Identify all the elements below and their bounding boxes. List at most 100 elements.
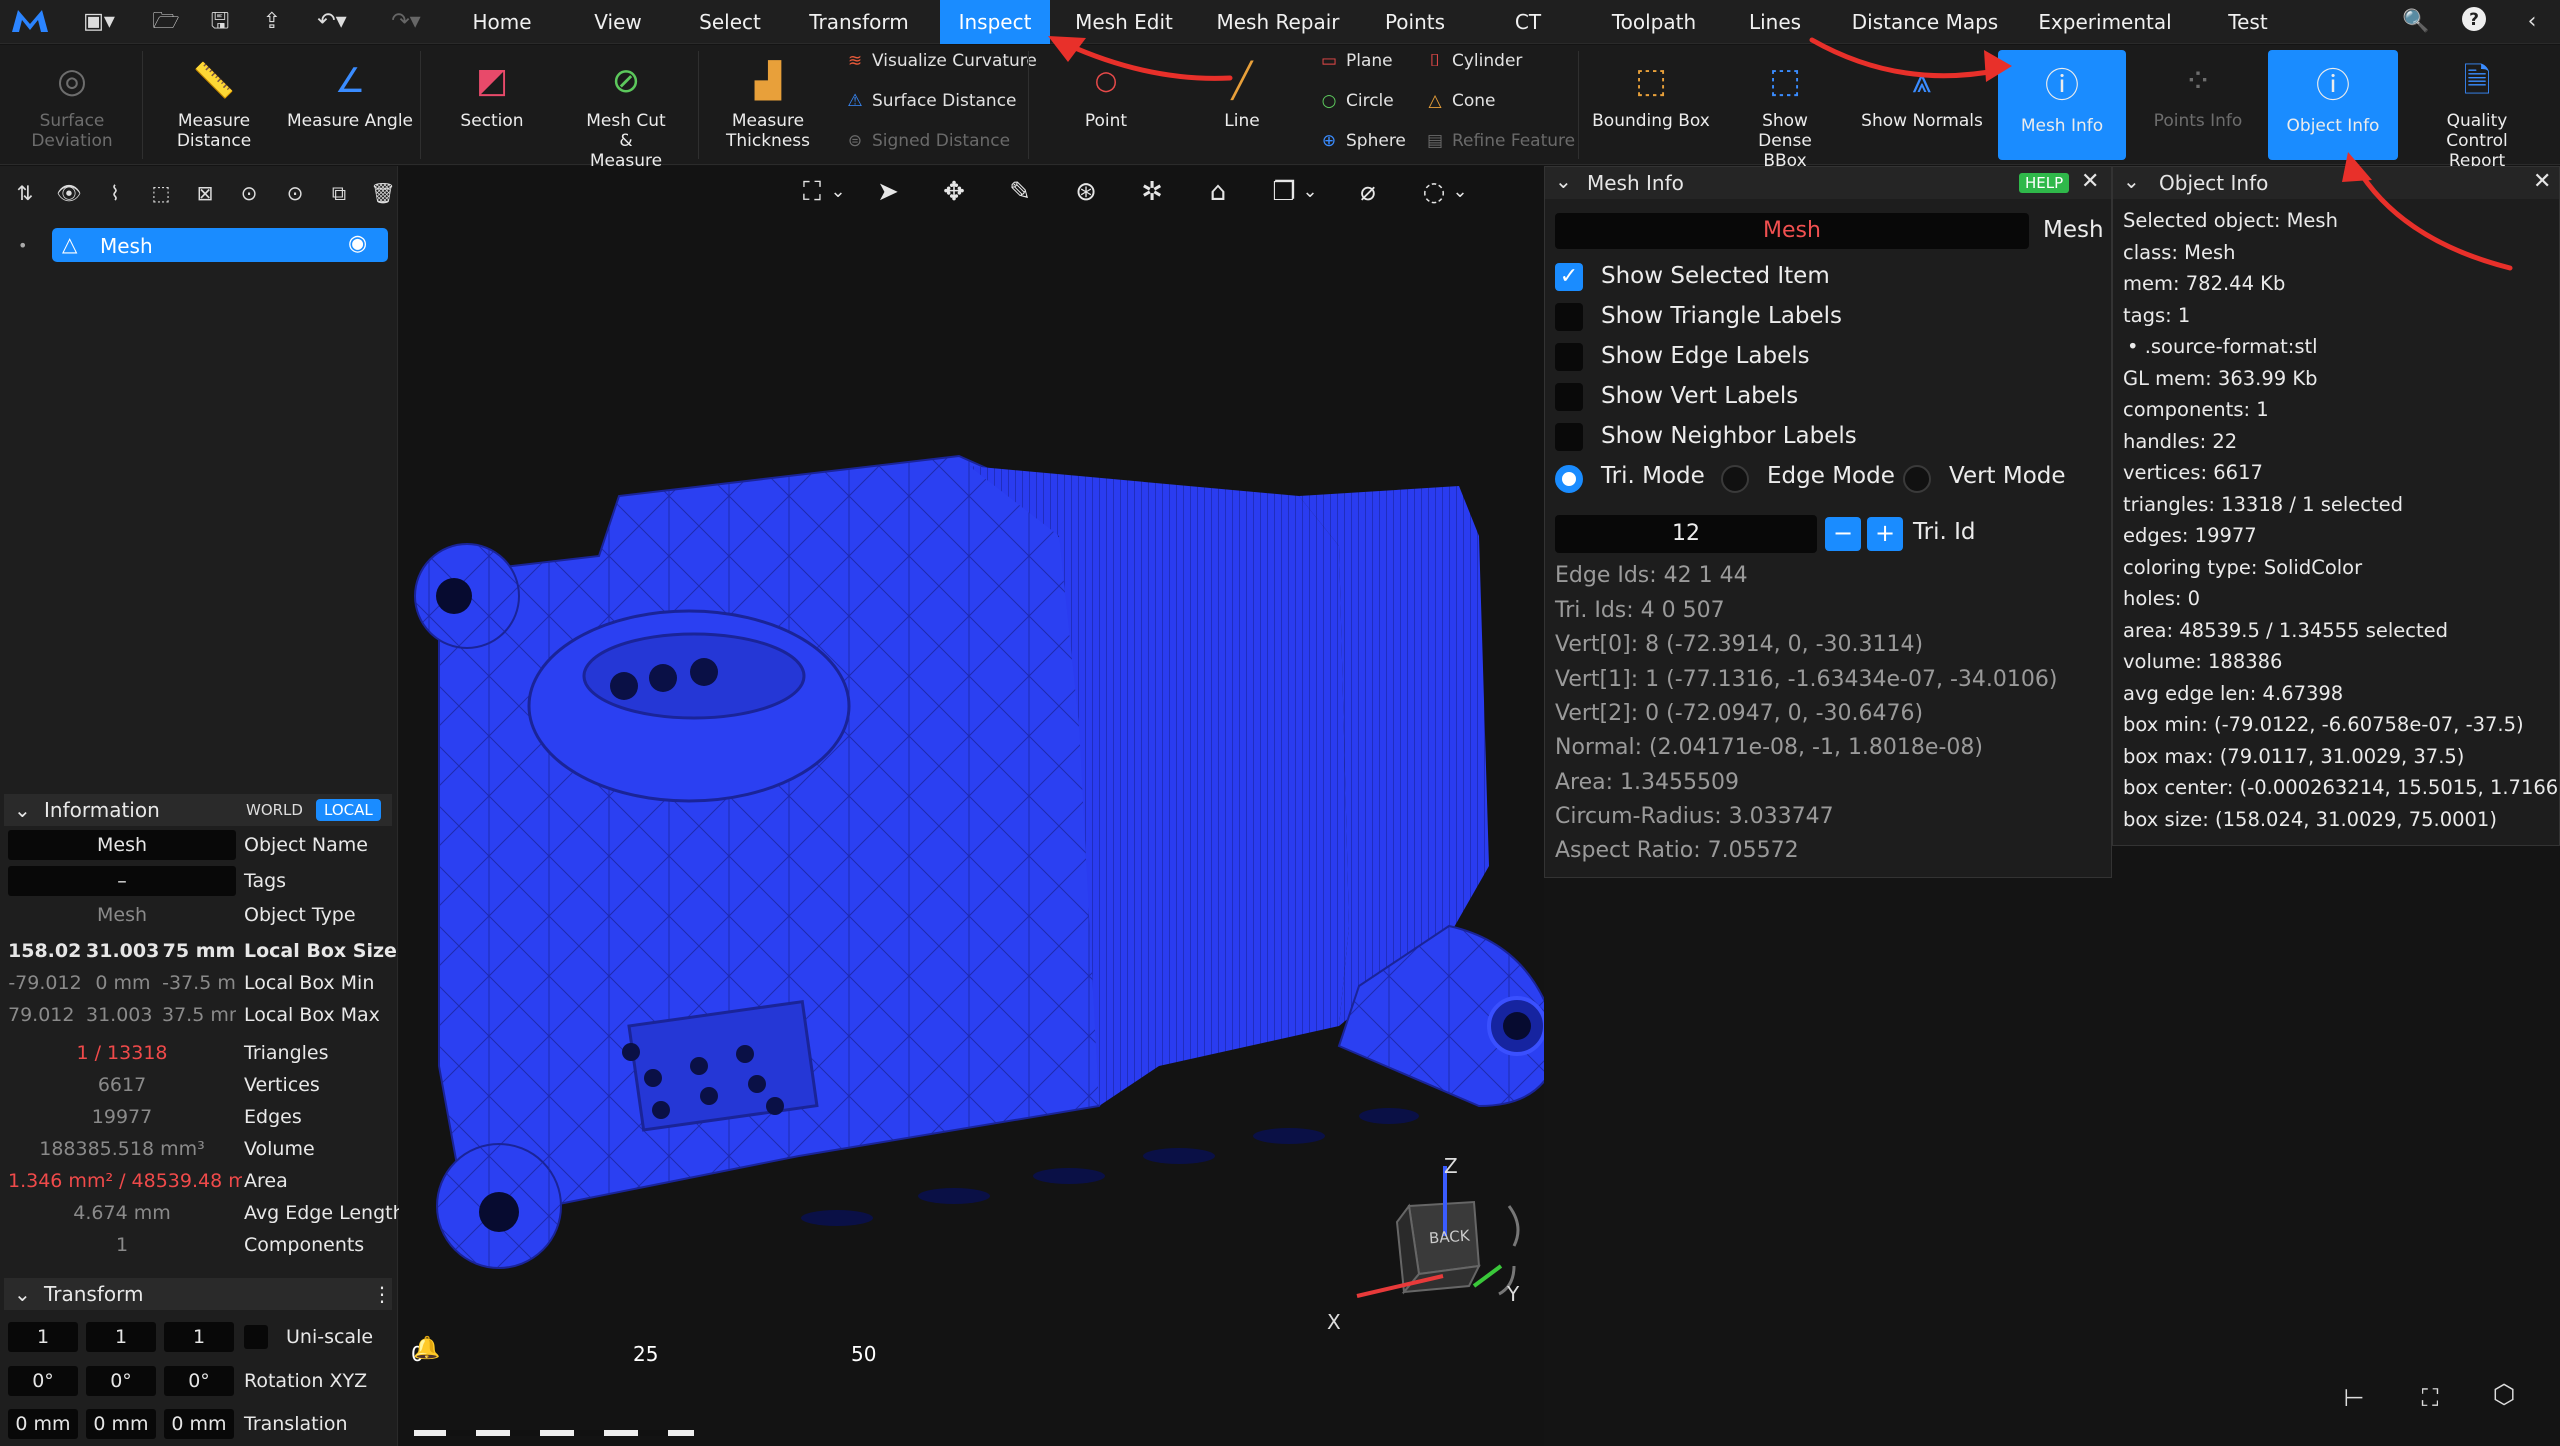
eye-icon[interactable]: 👁 <box>54 178 84 208</box>
translation-x-input[interactable]: 0 mm <box>8 1409 78 1439</box>
edit-object-icon[interactable]: ✎ <box>998 170 1042 214</box>
show-vert-labels-checkbox[interactable] <box>1555 383 1583 411</box>
measure-angle-button[interactable]: ∠ Measure Angle <box>282 45 418 165</box>
view-cube[interactable]: BACK Z Y X <box>1327 1154 1529 1334</box>
scale-x-input[interactable]: 1 <box>8 1322 78 1352</box>
rotation-x-input[interactable]: 0° <box>8 1366 78 1396</box>
menu-view[interactable]: View <box>570 0 666 44</box>
object-info-button[interactable]: ⓘ Object Info <box>2268 50 2398 160</box>
more-options-icon[interactable]: ⋮ <box>372 1278 392 1310</box>
tri-mode-radio[interactable] <box>1555 465 1583 493</box>
menu-lines[interactable]: Lines <box>1734 0 1816 44</box>
mesh-info-button[interactable]: ⓘ Mesh Info <box>1998 50 2126 160</box>
help-icon[interactable]: ? <box>2456 6 2492 38</box>
new-document-icon[interactable]: ▣▾ <box>74 6 124 38</box>
open-folder-icon[interactable]: 🗁 <box>148 6 184 38</box>
circle-button[interactable]: ○ Circle <box>1318 89 1394 113</box>
move-icon[interactable]: ✥ <box>932 170 976 214</box>
visibility-eye-icon[interactable]: ◉ <box>348 231 367 256</box>
show-edge-labels-checkbox[interactable] <box>1555 343 1583 371</box>
notification-bell-icon[interactable]: 🔔 <box>413 1336 441 1364</box>
rotation-z-input[interactable]: 0° <box>164 1366 234 1396</box>
hide-faces-icon[interactable]: ⌀ <box>1346 170 1390 214</box>
object-name-field[interactable]: Mesh <box>8 830 236 860</box>
3d-viewport[interactable]: 0 25 50 BACK Z Y X 🔔 <box>399 166 1544 1446</box>
rotation-y-input[interactable]: 0° <box>86 1366 156 1396</box>
menu-toolpath[interactable]: Toolpath <box>1594 0 1714 44</box>
close-icon[interactable]: ✕ <box>2533 169 2551 194</box>
move-down-icon[interactable]: ⊙ <box>280 178 310 208</box>
undo-icon[interactable]: ↶▾ <box>306 6 358 38</box>
camera-icon[interactable]: ⌂ <box>1196 170 1240 214</box>
translation-y-input[interactable]: 0 mm <box>86 1409 156 1439</box>
duplicate-icon[interactable]: ⧉ <box>324 178 354 208</box>
mesh-selector[interactable]: Mesh <box>1555 213 2029 249</box>
scene-item-mesh[interactable]: △ Mesh ◉ <box>52 228 388 262</box>
close-icon[interactable]: ✕ <box>2081 169 2099 194</box>
menu-mesh-edit[interactable]: Mesh Edit <box>1062 0 1186 44</box>
redo-icon[interactable]: ↷▾ <box>380 6 432 38</box>
rotate-icon[interactable]: ⊛ <box>1064 170 1108 214</box>
sphere-button[interactable]: ⊕ Sphere <box>1318 129 1406 153</box>
menu-experimental[interactable]: Experimental <box>2030 0 2180 44</box>
search-icon[interactable]: 🔍 <box>2398 6 2434 38</box>
save-icon[interactable]: 🖫 <box>202 6 238 38</box>
orbit-icon[interactable]: ✲ <box>1130 170 1174 214</box>
section-button[interactable]: ◩ Section <box>424 45 560 165</box>
increment-button[interactable]: + <box>1867 517 1903 551</box>
information-header[interactable]: ⌄ Information WORLD LOCAL <box>4 794 392 826</box>
menu-transform[interactable]: Transform <box>794 0 924 44</box>
show-neighbor-labels-checkbox[interactable] <box>1555 423 1583 451</box>
help-badge[interactable]: HELP <box>2019 173 2070 193</box>
tri-id-input[interactable]: 12 <box>1555 515 1817 553</box>
line-button[interactable]: ╱ Line <box>1176 45 1308 165</box>
select-all-icon[interactable]: ⬚ <box>146 178 176 208</box>
chevron-down-icon[interactable]: ⌄ <box>826 170 850 214</box>
uniscale-checkbox[interactable] <box>244 1325 268 1349</box>
quality-report-button[interactable]: 🗎 Quality Control Report <box>2402 45 2552 171</box>
show-selected-item-checkbox[interactable]: ✓ <box>1555 263 1583 291</box>
translation-z-input[interactable]: 0 mm <box>164 1409 234 1439</box>
scale-z-input[interactable]: 1 <box>164 1322 234 1352</box>
measure-distance-button[interactable]: 📏 Measure Distance <box>146 45 282 165</box>
object-info-header[interactable]: ⌄ Object Info ✕ <box>2113 167 2559 199</box>
move-up-icon[interactable]: ⊙ <box>234 178 264 208</box>
plane-button[interactable]: ▭ Plane <box>1318 49 1393 73</box>
scale-y-input[interactable]: 1 <box>86 1322 156 1352</box>
measure-thickness-button[interactable]: ▟ Measure Thickness <box>700 45 836 165</box>
menu-points[interactable]: Points <box>1370 0 1460 44</box>
sort-icon[interactable]: ⇅ <box>10 178 40 208</box>
surface-deviation-button[interactable]: ◎ Surface Deviation <box>4 45 140 165</box>
menu-home[interactable]: Home <box>454 0 550 44</box>
bounding-box-button[interactable]: ⬚ Bounding Box <box>1584 45 1718 165</box>
menu-select[interactable]: Select <box>684 0 776 44</box>
cone-button[interactable]: △ Cone <box>1424 89 1495 113</box>
show-dense-bbox-button[interactable]: ⬚ Show Dense BBox <box>1718 45 1852 171</box>
point-button[interactable]: ○ Point <box>1040 45 1172 165</box>
surface-distance-button[interactable]: ⚠ Surface Distance <box>844 89 1016 113</box>
hide-icon[interactable]: ⌇ <box>100 178 130 208</box>
visualize-curvature-button[interactable]: ≋ Visualize Curvature <box>844 49 1037 73</box>
select-pointer-icon[interactable]: ➤ <box>866 170 910 214</box>
mesh-cut-measure-button[interactable]: ⊘ Mesh Cut & Measure <box>556 45 696 171</box>
chevron-down-icon[interactable]: ⌄ <box>1555 169 1572 193</box>
menu-ct[interactable]: CT <box>1490 0 1566 44</box>
edge-mode-radio[interactable] <box>1721 465 1749 493</box>
deselect-icon[interactable]: ⊠ <box>190 178 220 208</box>
show-normals-button[interactable]: ⩓ Show Normals <box>1852 45 1992 165</box>
refine-feature-button[interactable]: ▤ Refine Feature <box>1424 129 1575 153</box>
delete-icon[interactable]: 🗑 <box>368 178 398 208</box>
chevron-down-icon[interactable]: ⌄ <box>1448 170 1472 214</box>
world-toggle[interactable]: WORLD <box>240 799 309 821</box>
show-triangle-labels-checkbox[interactable] <box>1555 303 1583 331</box>
vert-mode-radio[interactable] <box>1903 465 1931 493</box>
cylinder-button[interactable]: ⌷ Cylinder <box>1424 49 1523 73</box>
points-info-button[interactable]: ⁘ Points Info <box>2130 45 2266 165</box>
menu-inspect[interactable]: Inspect <box>940 0 1050 44</box>
transform-header[interactable]: ⌄ Transform ⋮ <box>4 1278 392 1310</box>
local-toggle[interactable]: LOCAL <box>316 799 381 821</box>
collapse-chevron-icon[interactable]: ‹ <box>2514 6 2550 38</box>
fit-selection-icon[interactable]: ⛶ <box>2410 1384 2450 1418</box>
menu-distance-maps[interactable]: Distance Maps <box>1842 0 2008 44</box>
mesh-info-header[interactable]: ⌄ Mesh Info HELP ✕ <box>1545 167 2111 199</box>
